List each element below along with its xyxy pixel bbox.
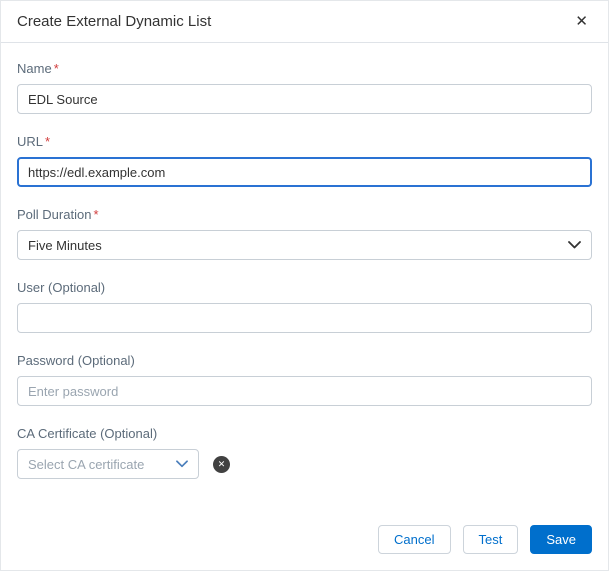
name-input[interactable] bbox=[17, 84, 592, 114]
password-label: Password (Optional) bbox=[17, 353, 592, 368]
password-input[interactable] bbox=[17, 376, 592, 406]
name-label: Name* bbox=[17, 61, 592, 76]
poll-duration-field-group: Poll Duration* Five Minutes bbox=[17, 207, 592, 260]
ca-certificate-field-group: CA Certificate (Optional) Select CA cert… bbox=[17, 426, 592, 479]
required-asterisk: * bbox=[93, 207, 98, 222]
user-field-group: User (Optional) bbox=[17, 280, 592, 333]
poll-duration-select[interactable]: Five Minutes bbox=[17, 230, 592, 260]
user-input[interactable] bbox=[17, 303, 592, 333]
cancel-button[interactable]: Cancel bbox=[378, 525, 450, 554]
name-field-group: Name* bbox=[17, 61, 592, 114]
url-field-group: URL* bbox=[17, 134, 592, 187]
dialog-body: Name* URL* Poll Duration* Five Minutes U… bbox=[1, 43, 608, 525]
password-field-group: Password (Optional) bbox=[17, 353, 592, 406]
ca-certificate-select[interactable]: Select CA certificate bbox=[17, 449, 199, 479]
chevron-down-icon bbox=[176, 460, 188, 468]
poll-duration-value: Five Minutes bbox=[28, 238, 102, 253]
dialog-header: Create External Dynamic List ✕ bbox=[1, 1, 608, 43]
dialog-footer: Cancel Test Save bbox=[1, 525, 608, 570]
create-edl-dialog: Create External Dynamic List ✕ Name* URL… bbox=[0, 0, 609, 571]
close-icon[interactable]: ✕ bbox=[571, 10, 592, 33]
poll-duration-label: Poll Duration* bbox=[17, 207, 592, 222]
user-label: User (Optional) bbox=[17, 280, 592, 295]
url-label: URL* bbox=[17, 134, 592, 149]
dialog-title: Create External Dynamic List bbox=[17, 13, 211, 30]
clear-ca-certificate-icon[interactable]: ✕ bbox=[213, 456, 230, 473]
save-button[interactable]: Save bbox=[530, 525, 592, 554]
ca-certificate-label: CA Certificate (Optional) bbox=[17, 426, 592, 441]
ca-certificate-row: Select CA certificate ✕ bbox=[17, 449, 592, 479]
chevron-down-icon bbox=[568, 241, 581, 249]
test-button[interactable]: Test bbox=[463, 525, 519, 554]
url-input[interactable] bbox=[17, 157, 592, 187]
ca-certificate-placeholder: Select CA certificate bbox=[28, 457, 144, 472]
required-asterisk: * bbox=[45, 134, 50, 149]
required-asterisk: * bbox=[54, 61, 59, 76]
